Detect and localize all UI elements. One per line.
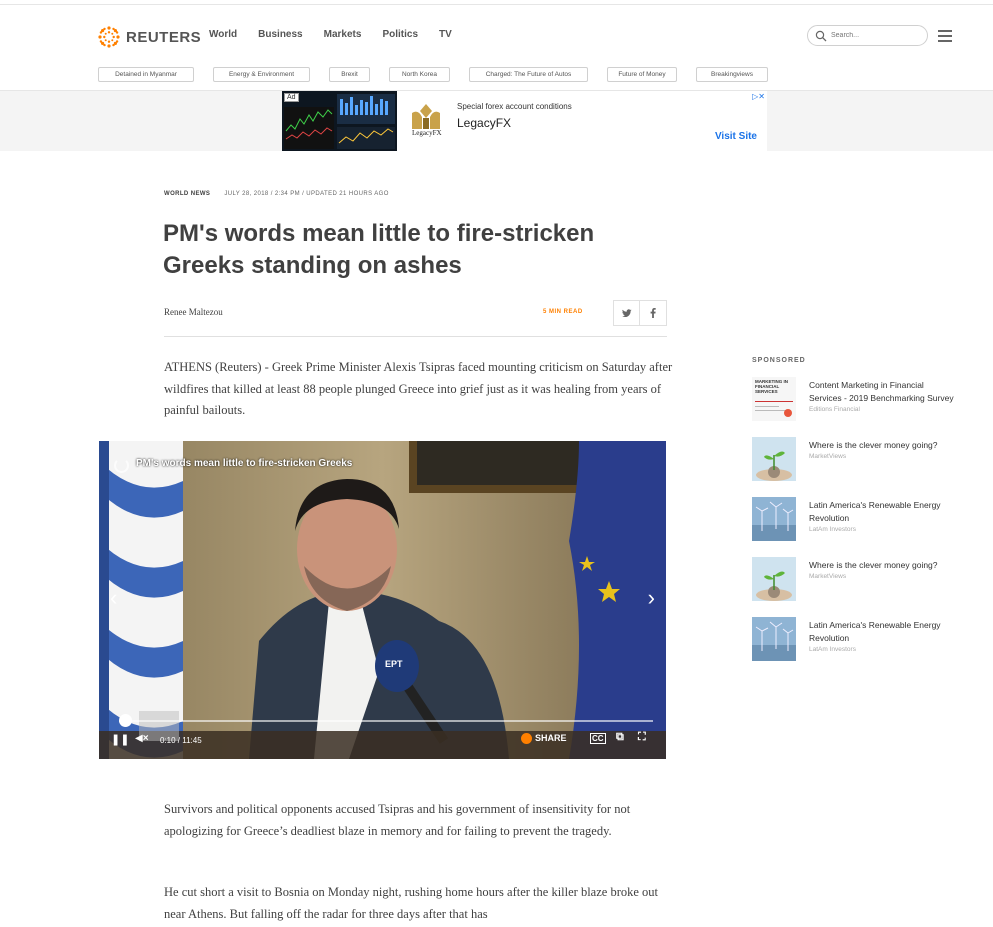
- reuters-logo[interactable]: REUTERS: [97, 25, 201, 49]
- sponsored-title: Content Marketing in Financial Services …: [809, 380, 954, 403]
- video-frame-image: EPT: [99, 441, 666, 759]
- sponsored-title: Where is the clever money going?: [809, 440, 938, 450]
- article-category[interactable]: WORLD NEWS: [164, 191, 210, 197]
- sponsored-source: MarketViews: [809, 453, 847, 460]
- tag-breakingviews[interactable]: Breakingviews: [696, 67, 768, 82]
- article-paragraph: Survivors and political opponents accuse…: [164, 802, 631, 838]
- popout-icon[interactable]: ⧉: [616, 731, 624, 744]
- twitter-share-button[interactable]: [614, 301, 641, 325]
- nav-business[interactable]: Business: [258, 29, 302, 40]
- video-controls: ❚❚ ◀× 0:10 / 11:45 SHARE CC ⧉ ⛶: [99, 731, 666, 753]
- share-label: SHARE: [535, 733, 567, 743]
- ad-banner-area: Ad LegacyFX Special forex account condit…: [0, 91, 993, 151]
- search-icon: [815, 30, 827, 41]
- sponsored-item[interactable]: Latin America's Renewable Energy Revolut…: [752, 617, 952, 661]
- ad-label: Ad: [284, 93, 299, 102]
- ad-choices-close-icon[interactable]: ▷✕: [752, 92, 765, 101]
- sponsored-source: MarketViews: [809, 573, 847, 580]
- sponsored-source: Editions Financial: [809, 406, 860, 413]
- microphone-label: EPT: [385, 659, 403, 669]
- nav-markets[interactable]: Markets: [324, 29, 362, 40]
- sponsored-source: LatAm Investors: [809, 526, 856, 533]
- nav-tv[interactable]: TV: [439, 29, 452, 40]
- nav-politics[interactable]: Politics: [382, 29, 418, 40]
- search-box[interactable]: [807, 25, 928, 46]
- sponsored-thumbnail: [752, 557, 796, 601]
- ad-visit-site-link[interactable]: Visit Site: [715, 131, 757, 142]
- video-prev-chevron-icon[interactable]: ‹: [110, 585, 117, 611]
- share-buttons: [613, 300, 667, 326]
- hamburger-menu-icon[interactable]: [938, 30, 952, 42]
- article-headline: PM's words mean little to fire-stricken …: [163, 220, 595, 279]
- sponsored-title: Latin America's Renewable Energy Revolut…: [809, 500, 941, 523]
- video-title[interactable]: PM's words mean little to fire-stricken …: [136, 458, 352, 469]
- article-dateline: JULY 28, 2018 / 2:34 PM / UPDATED 21 HOU…: [224, 191, 389, 197]
- ad-brand: LegacyFX: [457, 116, 512, 130]
- read-time: 5 MIN READ: [543, 309, 583, 315]
- tag-energy-environment[interactable]: Energy & Environment: [213, 67, 310, 82]
- sponsored-heading: SPONSORED: [752, 357, 806, 364]
- sponsored-title: Latin America's Renewable Energy Revolut…: [809, 620, 941, 643]
- nav-world[interactable]: World: [209, 29, 237, 40]
- sponsored-item[interactable]: MARKETING IN FINANCIAL SERVICES Content …: [752, 377, 954, 421]
- sponsored-thumbnail: [752, 437, 796, 481]
- ad-tagline: Special forex account conditions: [457, 102, 572, 111]
- sponsored-title: Where is the clever money going?: [809, 560, 938, 570]
- legacyfx-logo-text: LegacyFX: [412, 129, 442, 137]
- sponsored-item[interactable]: Where is the clever money going? MarketVi…: [752, 437, 952, 481]
- mute-icon[interactable]: ◀×: [135, 733, 149, 744]
- facebook-share-button[interactable]: [640, 301, 666, 325]
- tag-detained-in-myanmar[interactable]: Detained in Myanmar: [98, 67, 194, 82]
- sponsored-thumbnail: [752, 497, 796, 541]
- ad-banner[interactable]: Ad LegacyFX Special forex account condit…: [282, 91, 767, 151]
- facebook-icon: [650, 308, 656, 318]
- report-thumbnail-text: MARKETING IN FINANCIAL SERVICES: [755, 379, 788, 394]
- sponsored-thumbnail: MARKETING IN FINANCIAL SERVICES: [752, 377, 796, 421]
- article-meta: WORLD NEWS JULY 28, 2018 / 2:34 PM / UPD…: [164, 191, 389, 197]
- share-icon: [521, 733, 532, 745]
- sponsored-item[interactable]: Where is the clever money going? MarketVi…: [752, 557, 952, 601]
- article-paragraph: He cut short a visit to Bosnia on Monday…: [164, 885, 659, 921]
- video-next-chevron-icon[interactable]: ›: [648, 585, 655, 611]
- pause-icon[interactable]: ❚❚: [111, 733, 129, 746]
- reuters-logo-text: REUTERS: [126, 28, 202, 46]
- sponsored-source: LatAm Investors: [809, 646, 856, 653]
- video-progress-bar[interactable]: [119, 714, 653, 727]
- byline-row: Renee Maltezou 5 MIN READ: [164, 299, 667, 337]
- tag-future-of-autos[interactable]: Charged: The Future of Autos: [469, 67, 588, 82]
- reuters-logo-icon: [98, 26, 120, 48]
- ad-trading-image: Ad: [282, 91, 397, 151]
- twitter-icon: [621, 308, 632, 317]
- site-header: REUTERS World Business Markets Politics …: [0, 5, 993, 91]
- video-time: 0:10 / 11:45: [160, 736, 202, 745]
- tag-future-of-money[interactable]: Future of Money: [607, 67, 677, 82]
- article-paragraph: ATHENS (Reuters) - Greek Prime Minister …: [164, 360, 673, 417]
- loading-spinner-icon: [114, 458, 129, 473]
- sponsored-thumbnail: [752, 617, 796, 661]
- article-author[interactable]: Renee Maltezou: [164, 307, 223, 317]
- fullscreen-icon[interactable]: ⛶: [638, 731, 646, 744]
- closed-captions-icon[interactable]: CC: [590, 733, 606, 744]
- tag-brexit[interactable]: Brexit: [329, 67, 370, 82]
- video-player[interactable]: EPT PM's words mean little to fire-stric…: [99, 441, 666, 759]
- share-video-button[interactable]: SHARE: [521, 733, 567, 745]
- sponsored-item[interactable]: Latin America's Renewable Energy Revolut…: [752, 497, 952, 541]
- trending-tags: Detained in Myanmar Energy & Environment…: [98, 67, 787, 82]
- tag-north-korea[interactable]: North Korea: [389, 67, 450, 82]
- search-input[interactable]: [831, 32, 921, 39]
- main-nav: World Business Markets Politics TV: [209, 29, 473, 40]
